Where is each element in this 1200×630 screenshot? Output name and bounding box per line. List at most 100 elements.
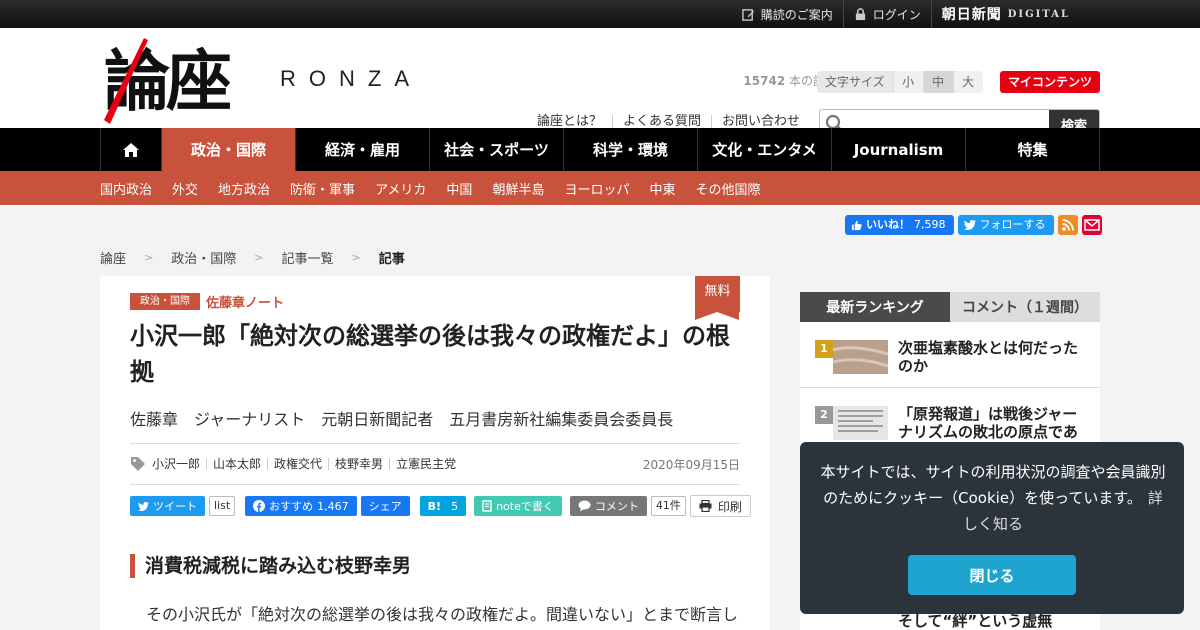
- font-size-large[interactable]: 大: [952, 71, 983, 93]
- subnav-defense[interactable]: 防衛・軍事: [290, 179, 355, 198]
- article-count-number: 15742: [743, 74, 786, 88]
- tag-icon: [131, 457, 145, 471]
- share-bar: ツイート list おすすめ 1,467 シェア B! 5 noteで書く コメ…: [130, 495, 751, 517]
- breadcrumb-list[interactable]: 記事一覧: [281, 248, 333, 267]
- facebook-recommend-label: おすすめ: [269, 500, 314, 513]
- article-category-row: 政治・国際 佐藤章ノート: [130, 292, 284, 311]
- facebook-icon: [253, 500, 266, 512]
- nav-home[interactable]: [100, 128, 162, 171]
- ronza-logo[interactable]: 論座 RONZA: [104, 38, 444, 124]
- main-nav: 政治・国際 経済・雇用 社会・スポーツ 科学・環境 文化・エンタメ Journa…: [0, 128, 1200, 171]
- free-badge: 無料: [695, 276, 740, 320]
- mail-button[interactable]: [1081, 215, 1102, 235]
- digital-logo-text: DIGITAL: [1007, 8, 1070, 20]
- subnav-america[interactable]: アメリカ: [375, 179, 426, 198]
- sub-nav: 国内政治 外交 地方政治 防衛・軍事 アメリカ 中国 朝鮮半島 ヨーロッパ 中東…: [0, 171, 1200, 205]
- contact-link[interactable]: お問い合わせ: [711, 115, 810, 129]
- subnav-diplomacy[interactable]: 外交: [172, 179, 198, 198]
- tag-item[interactable]: 政権交代: [267, 458, 328, 470]
- breadcrumb-separator: >: [254, 251, 264, 264]
- about-link[interactable]: 論座とは？: [537, 115, 612, 129]
- article-card: 無料 政治・国際 佐藤章ノート 小沢一郎「絶対次の総選挙の後は我々の政権だよ」の…: [100, 276, 770, 630]
- nav-culture[interactable]: 文化・エンタメ: [698, 128, 832, 171]
- section-heading: 消費税減税に踏み込む枝野幸男: [130, 554, 411, 578]
- logo-slash-mark: [104, 38, 148, 124]
- social-bar: いいね！ 7,598 フォローする: [845, 215, 1102, 235]
- facebook-share-button[interactable]: シェア: [360, 496, 410, 516]
- logo-latin: RONZA: [280, 66, 422, 91]
- asahi-digital-link[interactable]: 朝日新聞 DIGITAL: [932, 0, 1080, 28]
- breadcrumb-home[interactable]: 論座: [100, 248, 126, 267]
- header-links: 論座とは？ よくある質問 お問い合わせ: [537, 115, 810, 129]
- nav-economy[interactable]: 経済・雇用: [296, 128, 430, 171]
- nav-journalism[interactable]: Journalism: [832, 128, 966, 171]
- ranking-thumbnail: [833, 406, 888, 440]
- my-contents-button[interactable]: マイコンテンツ: [1000, 71, 1100, 93]
- tag-item[interactable]: 山本太郎: [206, 458, 267, 470]
- twitter-follow-label: フォローする: [979, 218, 1046, 231]
- cookie-close-button[interactable]: 閉じる: [908, 555, 1076, 595]
- hatena-bookmark-button[interactable]: B! 5: [419, 496, 467, 516]
- comment-count[interactable]: 41件: [650, 496, 686, 516]
- breadcrumb-category[interactable]: 政治・国際: [171, 248, 236, 267]
- edit-icon: [741, 8, 754, 21]
- nav-society[interactable]: 社会・スポーツ: [430, 128, 564, 171]
- article-title: 小沢一郎「絶対次の総選挙の後は我々の政権だよ」の根拠: [130, 322, 730, 386]
- top-bar: 購読のご案内 ログイン 朝日新聞 DIGITAL: [0, 0, 1200, 28]
- subnav-local[interactable]: 地方政治: [218, 179, 270, 198]
- ranking-tabs: 最新ランキング コメント（１週間）: [800, 292, 1100, 322]
- nav-science[interactable]: 科学・環境: [564, 128, 698, 171]
- tab-latest-ranking[interactable]: 最新ランキング: [800, 292, 950, 322]
- tweet-button[interactable]: ツイート: [130, 496, 205, 516]
- subnav-other[interactable]: その他国際: [695, 179, 760, 198]
- twitter-bird-icon: [963, 220, 976, 230]
- hatena-count: 5: [451, 499, 459, 513]
- series-name[interactable]: 佐藤章ノート: [206, 292, 284, 311]
- facebook-like-label: いいね！: [866, 218, 910, 231]
- ranking-item[interactable]: 1 次亜塩素酸水とは何だったのか: [800, 322, 1100, 388]
- lock-icon: [855, 7, 865, 20]
- tweet-list-count[interactable]: list: [209, 496, 236, 516]
- article-date: 2020年09月15日: [642, 457, 740, 472]
- print-button[interactable]: 印刷: [689, 495, 751, 517]
- article-author[interactable]: 佐藤章 ジャーナリスト 元朝日新聞記者 五月書房新社編集委員会委員長: [130, 406, 673, 430]
- font-size-medium[interactable]: 中: [922, 71, 953, 93]
- subnav-korea[interactable]: 朝鮮半島: [492, 179, 544, 198]
- rss-icon: [1061, 219, 1074, 231]
- ranking-thumbnail: [833, 340, 888, 374]
- tag-item[interactable]: 小沢一郎: [150, 458, 206, 470]
- cookie-message: 本サイトでは、サイトの利用状況の調査や会員識別のためにクッキー（Cookie）を…: [820, 459, 1166, 537]
- subscribe-label: 購読のご案内: [760, 7, 833, 22]
- tag-item[interactable]: 枝野幸男: [328, 458, 389, 470]
- speech-bubble-icon: [578, 500, 591, 512]
- note-label: noteで書く: [496, 500, 554, 513]
- article-meta: 小沢一郎 山本太郎 政権交代 枝野幸男 立憲民主党 2020年09月15日: [130, 443, 740, 485]
- note-button[interactable]: noteで書く: [474, 496, 562, 516]
- subscribe-link[interactable]: 購読のご案内: [732, 0, 844, 28]
- rss-button[interactable]: [1057, 215, 1078, 235]
- category-tag[interactable]: 政治・国際: [130, 293, 200, 310]
- facebook-like-count: 7,598: [914, 218, 946, 231]
- breadcrumb-separator: >: [144, 251, 154, 264]
- subnav-china[interactable]: 中国: [446, 179, 472, 198]
- tab-comment-ranking[interactable]: コメント（１週間）: [950, 292, 1100, 322]
- twitter-bird-icon: [138, 501, 149, 511]
- nav-special[interactable]: 特集: [966, 128, 1100, 171]
- subnav-europe[interactable]: ヨーロッパ: [564, 179, 629, 198]
- font-size-label: 文字サイズ: [817, 71, 893, 93]
- subnav-mideast[interactable]: 中東: [649, 179, 675, 198]
- print-label: 印刷: [717, 499, 742, 514]
- nav-politics[interactable]: 政治・国際: [162, 128, 296, 171]
- faq-link[interactable]: よくある質問: [612, 115, 711, 129]
- breadcrumb-current: 記事: [378, 252, 405, 267]
- subnav-domestic[interactable]: 国内政治: [100, 179, 152, 198]
- login-link[interactable]: ログイン: [844, 0, 932, 28]
- font-size-small[interactable]: 小: [892, 71, 923, 93]
- site-header: 論座 RONZA 15742 本の記事が読み放題 文字サイズ 小 中 大 マイコ…: [0, 28, 1200, 139]
- comment-button[interactable]: コメント: [569, 496, 647, 516]
- twitter-follow-button[interactable]: フォローする: [957, 215, 1054, 235]
- facebook-like-button[interactable]: いいね！ 7,598: [845, 215, 954, 235]
- facebook-recommend-button[interactable]: おすすめ 1,467: [245, 496, 357, 516]
- tag-item[interactable]: 立憲民主党: [389, 458, 462, 470]
- login-label: ログイン: [872, 7, 921, 22]
